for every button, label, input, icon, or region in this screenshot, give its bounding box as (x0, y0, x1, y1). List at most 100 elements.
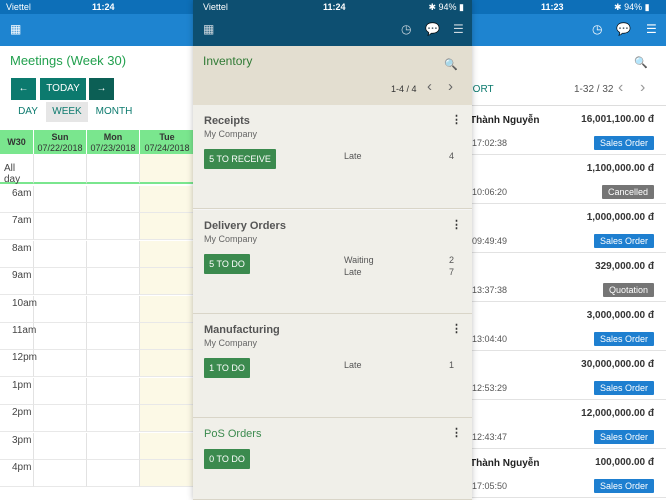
card-action-button[interactable]: 5 TO DO (204, 254, 250, 274)
time-slot-today[interactable] (140, 350, 195, 378)
order-row[interactable]: 12,000,000.00 đ 12:43:47 Sales Order (466, 400, 666, 449)
hour-label: 2pm (12, 407, 32, 419)
chat-icon[interactable]: 💬 (616, 22, 631, 36)
status-time: 11:23 (541, 2, 564, 12)
time-slot-today[interactable] (140, 377, 195, 405)
stat-value[interactable]: 4 (449, 151, 454, 161)
stat-label[interactable]: Late (344, 267, 362, 277)
pager-previous-icon[interactable]: ‹ (618, 79, 623, 97)
time-slot[interactable] (87, 377, 140, 405)
time-slot-today[interactable] (140, 213, 195, 241)
menu-icon[interactable]: ☰ (453, 22, 464, 36)
status-bar: 11:23 ✱ 94% ▮ (466, 0, 666, 14)
day-header[interactable]: Mon 07/23/2018 (87, 130, 140, 154)
today-button[interactable]: TODAY (40, 78, 86, 100)
top-navbar: ▦ (0, 14, 195, 46)
tab-month[interactable]: MONTH (92, 102, 136, 122)
time-slot[interactable] (87, 240, 140, 268)
operation-card: Delivery Orders My Company ⋮ 5 TO DO Waiting… (193, 210, 472, 314)
apps-grid-icon[interactable]: ▦ (10, 22, 21, 36)
card-title[interactable]: Manufacturing (204, 324, 280, 336)
time-slot[interactable] (87, 186, 140, 213)
time-slot[interactable] (34, 405, 87, 433)
card-title[interactable]: Delivery Orders (204, 220, 286, 232)
apps-grid-icon[interactable]: ▦ (203, 22, 214, 36)
time-slot-today[interactable] (140, 432, 195, 460)
order-row[interactable]: 329,000.00 đ 13:37:38 Quotation (466, 253, 666, 302)
time-slot-today[interactable] (140, 186, 195, 213)
tab-week[interactable]: WEEK (46, 102, 88, 122)
day-header[interactable]: Sun 07/22/2018 (34, 130, 87, 154)
hour-label: 8am (12, 242, 32, 254)
hour-label: 6am (12, 188, 32, 199)
card-action-button[interactable]: 1 TO DO (204, 358, 250, 378)
order-row[interactable]: Thành Nguyễn 16,001,100.00 đ 17:02:38 Sales… (466, 106, 666, 155)
kebab-menu-icon[interactable]: ⋮ (451, 322, 462, 335)
time-slot-today[interactable] (140, 268, 195, 296)
next-week-button[interactable]: → (89, 78, 114, 100)
time-slot-today[interactable] (140, 240, 195, 268)
all-day-cell[interactable] (87, 154, 140, 184)
kebab-menu-icon[interactable]: ⋮ (451, 113, 462, 126)
time-slot[interactable] (87, 405, 140, 433)
time-slot[interactable] (87, 350, 140, 378)
time-slot[interactable] (34, 240, 87, 268)
inventory-panel: Viettel 11:24 ✱ 94% ▮ ▦ ◷ 💬 ☰ Inventory … (193, 0, 472, 500)
order-time: 10:06:20 (472, 187, 508, 197)
stat-label[interactable]: Late (344, 360, 362, 370)
search-icon[interactable]: 🔍 (444, 58, 458, 71)
pager-previous-icon[interactable]: ‹ (427, 78, 432, 95)
all-day-cell-today[interactable] (140, 154, 195, 184)
time-slot[interactable] (87, 295, 140, 323)
time-slot[interactable] (34, 460, 87, 487)
calendar-panel: Viettel 11:24 ▦ Meetings (Week 30) ← TOD… (0, 0, 195, 500)
card-title[interactable]: Receipts (204, 115, 250, 127)
time-slot[interactable] (34, 432, 87, 460)
order-row[interactable]: 1,000,000.00 đ 09:49:49 Sales Order (466, 204, 666, 253)
kebab-menu-icon[interactable]: ⋮ (451, 218, 462, 231)
time-slot-today[interactable] (140, 460, 195, 487)
clock-icon[interactable]: ◷ (401, 22, 411, 36)
day-header[interactable]: Tue 07/24/2018 (140, 130, 195, 154)
stat-label[interactable]: Waiting (344, 255, 374, 265)
stat-value[interactable]: 1 (449, 360, 454, 370)
search-icon[interactable]: 🔍 (634, 56, 648, 69)
time-slot[interactable] (34, 213, 87, 241)
time-slot-today[interactable] (140, 405, 195, 433)
stat-value[interactable]: 7 (449, 267, 454, 277)
order-row[interactable]: 1,100,000.00 đ 10:06:20 Cancelled (466, 155, 666, 204)
time-slot[interactable] (87, 268, 140, 296)
previous-week-button[interactable]: ← (11, 78, 36, 100)
time-slot[interactable] (34, 295, 87, 323)
chat-icon[interactable]: 💬 (425, 22, 440, 36)
time-slot-today[interactable] (140, 323, 195, 350)
clock-icon[interactable]: ◷ (592, 22, 602, 36)
time-slot[interactable] (34, 323, 87, 350)
stat-value[interactable]: 2 (449, 255, 454, 265)
time-slot[interactable] (87, 323, 140, 350)
order-row[interactable]: 3,000,000.00 đ 13:04:40 Sales Order (466, 302, 666, 351)
time-slot-today[interactable] (140, 295, 195, 323)
card-action-button[interactable]: 0 TO DO (204, 449, 250, 469)
time-slot[interactable] (87, 460, 140, 487)
tab-day[interactable]: DAY (11, 102, 45, 122)
time-slot[interactable] (87, 432, 140, 460)
time-slot[interactable] (34, 268, 87, 296)
hour-label-cell: 1pm (0, 377, 34, 405)
pager-next-icon[interactable]: › (448, 78, 453, 95)
battery-indicator: ✱ 94% ▮ (614, 2, 650, 13)
order-row[interactable]: Thành Nguyễn 100,000.00 đ 17:05:50 Sales Or… (466, 449, 666, 498)
time-slot[interactable] (34, 350, 87, 378)
time-slot[interactable] (34, 377, 87, 405)
kebab-menu-icon[interactable]: ⋮ (451, 426, 462, 439)
menu-icon[interactable]: ☰ (646, 22, 657, 36)
time-slot[interactable] (34, 186, 87, 213)
battery-icon: ▮ (644, 2, 650, 12)
stat-label[interactable]: Late (344, 151, 362, 161)
card-title[interactable]: PoS Orders (204, 428, 261, 440)
time-slot[interactable] (87, 213, 140, 241)
all-day-cell[interactable] (34, 154, 87, 184)
card-action-button[interactable]: 5 TO RECEIVE (204, 149, 276, 169)
order-row[interactable]: 30,000,000.00 đ 12:53:29 Sales Order (466, 351, 666, 400)
pager-next-icon[interactable]: › (640, 79, 645, 97)
